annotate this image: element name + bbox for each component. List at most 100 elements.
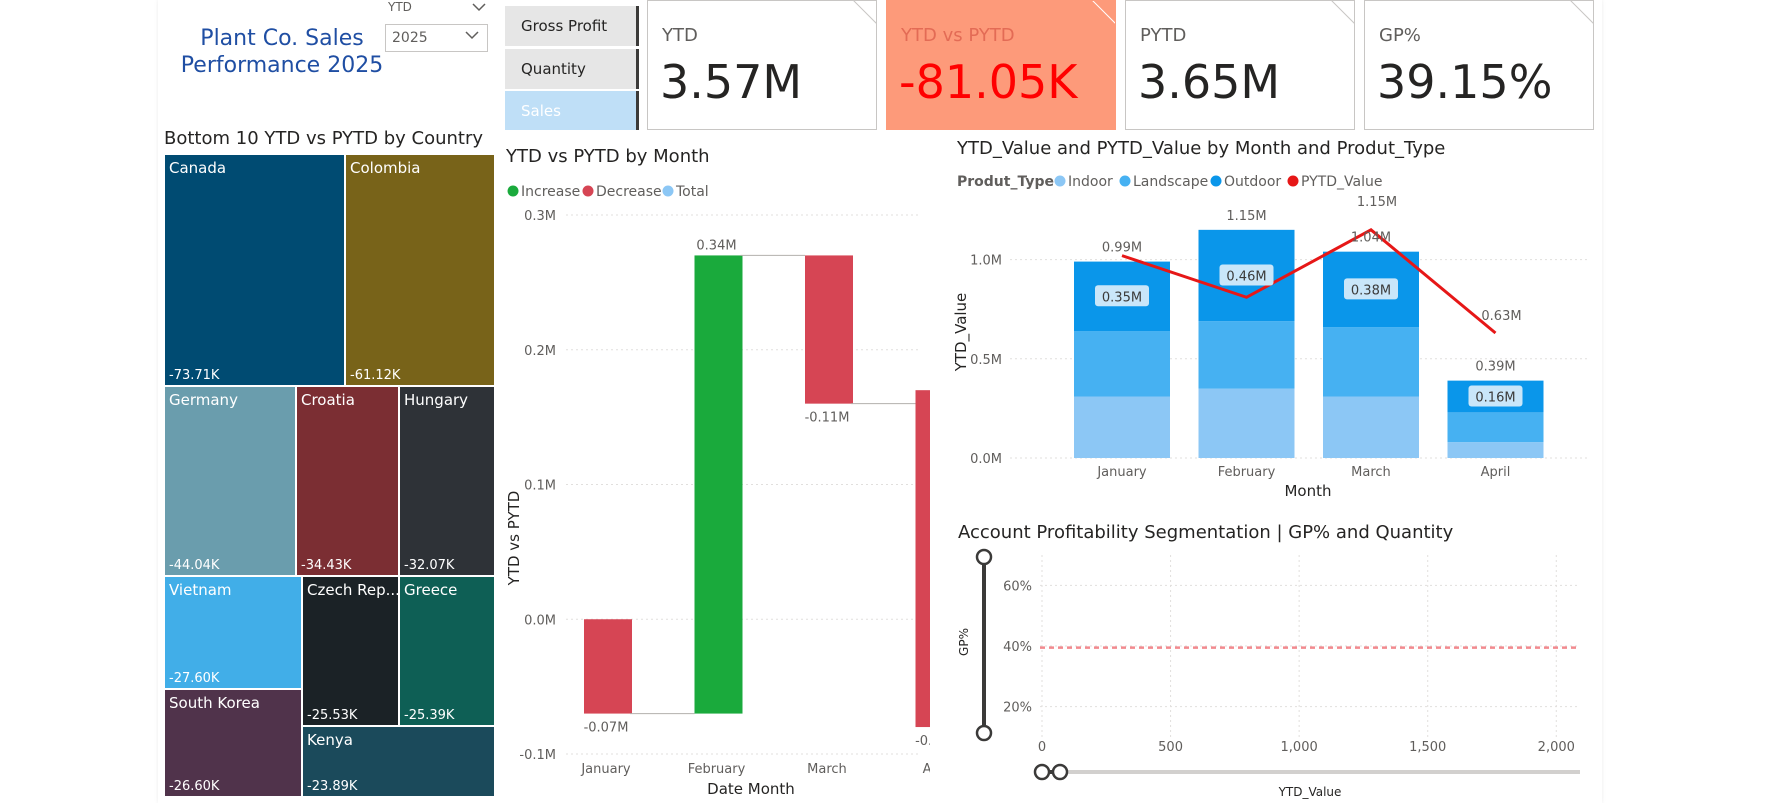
waterfall-x-tick: April (923, 762, 930, 777)
legend-outdoor-marker (1210, 175, 1222, 187)
x-zoom-handle-right[interactable] (1051, 763, 1069, 781)
year-dropdown-value: 2025 (392, 30, 428, 46)
x-zoom-slider[interactable] (1033, 763, 1580, 781)
treemap-tile-canada[interactable]: Canada -73.71K (164, 154, 345, 386)
waterfall-bar-april[interactable] (915, 390, 931, 728)
year-dropdown[interactable]: 2025 (385, 24, 488, 52)
y-zoom-handle-top[interactable] (975, 548, 993, 566)
waterfall-x-tick: January (580, 762, 631, 777)
pytd-value-line[interactable] (1121, 228, 1497, 335)
waterfall-chart[interactable]: Increase Decrease Total 0.3M 0.2M 0.1M 0.0M… (500, 176, 930, 803)
tile-name: Greece (404, 581, 458, 599)
scatter-x-tick: 2,000 (1538, 740, 1575, 755)
combo-bar-indoor-march[interactable] (1323, 396, 1419, 458)
treemap-title: Bottom 10 YTD vs PYTD by Country (164, 128, 484, 149)
waterfall-x-tick: March (807, 762, 847, 777)
treemap-tile-hungary[interactable]: Hungary -32.07K (399, 386, 495, 576)
tile-value: -32.07K (404, 558, 455, 573)
ytd-vs-pytd-card-label: YTD vs PYTD (901, 25, 1015, 46)
treemap-tile-vietnam[interactable]: Vietnam -27.60K (164, 576, 302, 689)
combo-bar-landscape-february[interactable] (1198, 321, 1295, 389)
combo-title: YTD_Value and PYTD_Value by Month and Pr… (957, 138, 1446, 159)
y-zoom-slider[interactable] (975, 548, 993, 742)
x-zoom-handle-left[interactable] (1033, 763, 1051, 781)
combo-segment-label: 0.35M (1102, 290, 1142, 305)
combo-segment-label: 0.46M (1226, 269, 1266, 284)
combo-x-tick: February (1218, 465, 1276, 480)
waterfall-data-label: 0.34M (696, 238, 736, 253)
combo-x-tick: January (1096, 465, 1147, 480)
scatter-x-tick: 500 (1158, 740, 1183, 755)
combo-segment-label: 0.38M (1351, 283, 1391, 298)
scatter-x-tick: 1,000 (1281, 740, 1318, 755)
ytd-card-label: YTD (662, 25, 698, 46)
legend-pytd-marker (1287, 175, 1299, 187)
scatter-x-tick: 0 (1038, 740, 1046, 755)
pytd-line-label: 1.15M (1357, 195, 1397, 210)
legend-decrease-marker (582, 185, 594, 197)
treemap-tile-czech-republic[interactable]: Czech Rep... -25.53K (302, 576, 399, 726)
combo-bar-landscape-march[interactable] (1323, 327, 1419, 397)
waterfall-y-axis-title: YTD vs PYTD (505, 491, 523, 587)
treemap-tile-south-korea[interactable]: South Korea -26.60K (164, 689, 302, 797)
scatter-y-tick: 20% (1003, 701, 1032, 716)
tile-name: Croatia (301, 391, 355, 409)
combo-bar-landscape-january[interactable] (1074, 331, 1170, 397)
tile-value: -73.71K (169, 368, 220, 383)
combo-chart[interactable]: Produt_Type Indoor Landscape Outdoor PYT… (950, 166, 1600, 506)
combo-bar-landscape-april[interactable] (1447, 412, 1544, 443)
chevron-down-icon[interactable] (470, 0, 488, 14)
scatter-title: Account Profitability Segmentation | GP%… (958, 522, 1454, 543)
legend-landscape: Landscape (1133, 174, 1208, 190)
combo-y-axis-title: YTD_Value (952, 293, 971, 373)
treemap-tile-colombia[interactable]: Colombia -61.12K (345, 154, 495, 386)
scatter-chart[interactable]: 60% 40% 20% 0 500 1,000 1,500 2,000 GP% YTD_Val… (950, 545, 1600, 803)
pytd-card-value: 3.65M (1138, 55, 1281, 109)
y-zoom-handle-bottom[interactable] (975, 724, 993, 742)
waterfall-y-tick: 0.3M (524, 209, 556, 224)
treemap-tile-kenya[interactable]: Kenya -23.89K (302, 726, 495, 797)
combo-y-tick: 0.0M (970, 452, 1002, 467)
combo-bar-indoor-february[interactable] (1198, 388, 1295, 458)
tile-value: -34.43K (301, 558, 352, 573)
ytd-card: YTD 3.57M (647, 0, 877, 130)
legend-total-marker (662, 185, 674, 197)
chevron-down-icon (463, 30, 481, 46)
tile-name: Canada (169, 159, 227, 177)
waterfall-bar-february[interactable] (694, 255, 743, 714)
treemap-tile-greece[interactable]: Greece -25.39K (399, 576, 495, 726)
waterfall-x-axis-title: Date Month (707, 780, 795, 798)
sales-button[interactable]: Sales (505, 91, 639, 130)
tile-name: Czech Rep... (307, 581, 399, 599)
waterfall-y-tick: 0.1M (524, 479, 556, 494)
waterfall-x-tick: February (688, 762, 746, 777)
tile-value: -25.39K (404, 708, 455, 723)
legend-increase: Increase (521, 184, 580, 200)
slicer-label: YTD (388, 0, 412, 14)
waterfall-title: YTD vs PYTD by Month (506, 146, 710, 167)
legend-total: Total (675, 184, 709, 200)
quantity-button[interactable]: Quantity (505, 49, 639, 89)
scatter-y-tick: 40% (1003, 640, 1032, 655)
combo-total-label: 1.04M (1351, 231, 1391, 246)
tile-name: Colombia (350, 159, 421, 177)
pytd-card: PYTD 3.65M (1125, 0, 1355, 130)
combo-bar-indoor-january[interactable] (1074, 396, 1170, 458)
combo-bar-indoor-april[interactable] (1447, 442, 1544, 458)
gp-percent-card: GP% 39.15% (1364, 0, 1594, 130)
card-corner (853, 1, 876, 24)
pytd-card-label: PYTD (1140, 25, 1187, 46)
treemap[interactable]: Canada -73.71K Colombia -61.12K Germany -44… (164, 154, 495, 797)
scatter-x-axis-title: YTD_Value (1278, 785, 1342, 799)
waterfall-y-tick: 0.0M (524, 613, 556, 628)
combo-x-tick: April (1481, 465, 1511, 480)
tile-name: Kenya (307, 731, 353, 749)
legend-indoor: Indoor (1068, 174, 1113, 190)
treemap-tile-croatia[interactable]: Croatia -34.43K (296, 386, 399, 576)
waterfall-bar-january[interactable] (584, 619, 632, 714)
combo-total-label: 0.99M (1102, 241, 1142, 256)
tile-value: -44.04K (169, 558, 220, 573)
waterfall-bar-march[interactable] (805, 255, 853, 404)
treemap-tile-germany[interactable]: Germany -44.04K (164, 386, 296, 576)
gross-profit-button[interactable]: Gross Profit (505, 6, 639, 46)
